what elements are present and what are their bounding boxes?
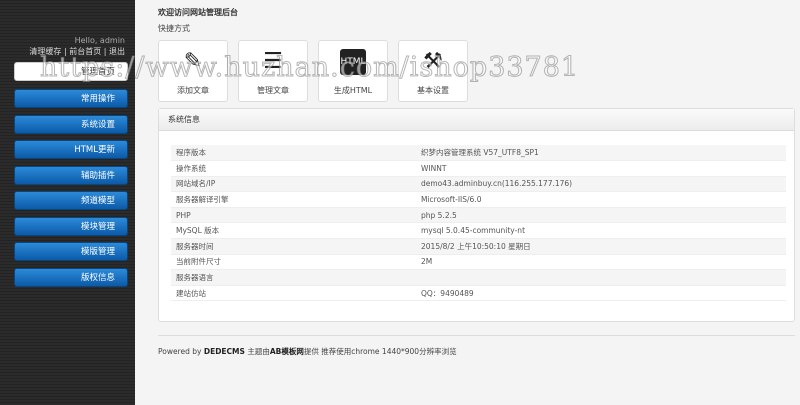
page-title: 欢迎访问网站管理后台 <box>158 8 238 17</box>
footer-text: Powered by <box>158 347 204 356</box>
info-label: 建站仿站 <box>171 285 416 302</box>
shortcut-label: 生成HTML <box>333 86 373 95</box>
footer-text: 主题由 <box>244 347 270 356</box>
shortcut-settings[interactable]: ⚒ 基本设置 <box>398 40 468 102</box>
table-row: 服务器语言 <box>171 269 786 286</box>
sidebar-item-templates[interactable]: 模版管理 <box>14 242 128 261</box>
sidebar-item-html[interactable]: HTML更新 <box>14 140 128 159</box>
table-row: 操作系统 WINNT <box>171 160 786 177</box>
table-row: 程序版本 织梦内容管理系统 V57_UTF8_SP1 <box>171 145 786 162</box>
shortcut-label: 添加文章 <box>177 86 209 95</box>
info-value: QQ：9490489 <box>416 285 786 302</box>
info-value <box>416 269 786 286</box>
sidebar: Hello, admin 清理缓存 | 前台首页 | 退出 管理首页 常用操作 … <box>0 0 135 405</box>
sidebar-item-channel[interactable]: 频道模型 <box>14 191 128 210</box>
table-row: 服务器时间 2015/8/2 上午10:50:10 星期日 <box>171 238 786 255</box>
shortcut-add-article[interactable]: ✎ 添加文章 <box>158 40 228 102</box>
shortcut-label: 基本设置 <box>417 86 449 95</box>
stack-icon: ☰ <box>263 49 283 74</box>
footer-brand2: AB模板网 <box>269 347 304 356</box>
table-row: 服务器解译引擎 Microsoft-IIS/6.0 <box>171 191 786 208</box>
user-links: 清理缓存 | 前台首页 | 退出 <box>29 46 125 57</box>
footer: Powered by DEDECMS 主题由AB模板网提供 推荐使用chrome… <box>158 346 457 357</box>
sidebar-item-copyright[interactable]: 版权信息 <box>14 267 128 287</box>
table-row: MySQL 版本 mysql 5.0.45-community-nt <box>171 222 786 240</box>
frontpage-link[interactable]: 前台首页 <box>69 47 101 56</box>
shortcut-generate-html[interactable]: HTML 生成HTML <box>318 40 388 102</box>
info-value: WINNT <box>416 160 786 177</box>
table-row: 网站域名/IP demo43.adminbuy.cn(116.255.177.17… <box>171 176 786 193</box>
info-label: 服务器解译引擎 <box>171 191 416 208</box>
shortcut-manage-articles[interactable]: ☰ 管理文章 <box>238 40 308 102</box>
info-value: 2M <box>416 254 786 271</box>
shortcuts-heading: 快捷方式 <box>158 24 190 33</box>
info-value: 2015/8/2 上午10:50:10 星期日 <box>416 238 786 255</box>
info-label: 操作系统 <box>171 160 416 177</box>
greeting: Hello, admin <box>74 36 125 45</box>
divider <box>158 335 795 336</box>
shortcut-label: 管理文章 <box>257 86 289 95</box>
html-icon: HTML <box>340 49 366 75</box>
sidebar-item-system[interactable]: 系统设置 <box>14 114 128 134</box>
pencil-icon: ✎ <box>183 49 203 74</box>
info-value: mysql 5.0.45-community-nt <box>416 222 786 240</box>
info-label: 程序版本 <box>171 145 416 162</box>
sidebar-item-plugins[interactable]: 辅助插件 <box>14 165 128 185</box>
info-value: 织梦内容管理系统 V57_UTF8_SP1 <box>416 145 786 162</box>
info-label: 当前附件尺寸 <box>171 254 416 271</box>
panel-title: 系统信息 <box>159 109 794 131</box>
table-row: 建站仿站 QQ：9490489 <box>171 285 786 302</box>
footer-text: 提供 推荐使用chrome 1440*900分辨率浏览 <box>303 347 457 356</box>
sidebar-item-modules[interactable]: 模块管理 <box>14 216 128 236</box>
tools-icon: ⚒ <box>423 49 443 74</box>
info-value: Microsoft-IIS/6.0 <box>416 191 786 208</box>
info-label: MySQL 版本 <box>171 222 416 240</box>
table-row: PHP php 5.2.5 <box>171 207 786 224</box>
info-value: demo43.adminbuy.cn(116.255.177.176) <box>416 176 786 193</box>
logout-link[interactable]: 退出 <box>109 47 125 56</box>
separator: | <box>103 47 107 56</box>
footer-brand: DEDECMS <box>203 347 245 356</box>
system-info-panel: 系统信息 程序版本 织梦内容管理系统 V57_UTF8_SP1 操作系统 WINNT 网… <box>158 108 795 322</box>
sidebar-item-home[interactable]: 管理首页 <box>14 62 128 81</box>
info-value: php 5.2.5 <box>416 207 786 224</box>
info-label: 服务器语言 <box>171 269 416 286</box>
clear-cache-link[interactable]: 清理缓存 <box>29 47 61 56</box>
separator: | <box>63 47 67 56</box>
system-info-table: 程序版本 织梦内容管理系统 V57_UTF8_SP1 操作系统 WINNT 网站域名/I… <box>171 145 786 302</box>
info-label: PHP <box>171 207 416 224</box>
info-label: 服务器时间 <box>171 238 416 255</box>
info-label: 网站域名/IP <box>171 176 416 193</box>
sidebar-item-common[interactable]: 常用操作 <box>14 89 128 108</box>
table-row: 当前附件尺寸 2M <box>171 254 786 271</box>
